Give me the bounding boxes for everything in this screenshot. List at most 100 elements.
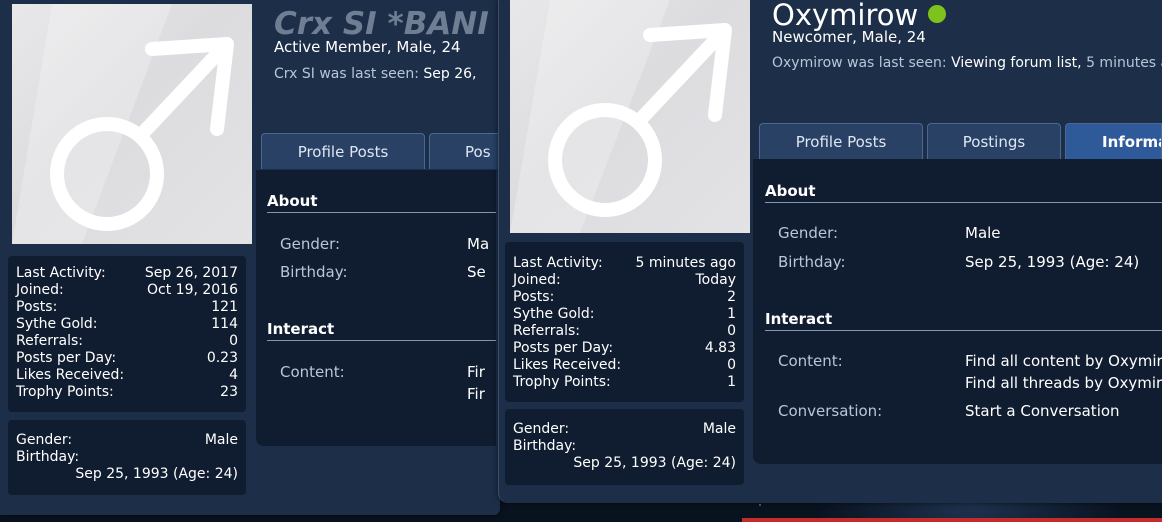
birthday-value: Sep 25, 1993 (Age: 24) — [573, 455, 736, 471]
stat-row: Posts: 2 — [513, 289, 736, 306]
right-stats-box: Last Activity: 5 minutes ago Joined: Today P… — [505, 242, 744, 402]
right-avatar[interactable] — [510, 0, 750, 233]
tab-profile-posts[interactable]: Profile Posts — [261, 133, 425, 169]
stat-row: Trophy Points: 1 — [513, 374, 736, 391]
stat-row: Referrals: 0 — [16, 333, 238, 350]
stat-label: Trophy Points: — [16, 384, 114, 400]
stat-label: Trophy Points: — [513, 374, 611, 390]
stat-label: Last Activity: — [513, 255, 603, 271]
stat-value: Oct 19, 2016 — [147, 282, 238, 298]
conversation-label: Conversation: — [778, 402, 883, 420]
left-stats-box: Last Activity: Sep 26, 2017 Joined: Oct 19,… — [8, 256, 246, 412]
left-info-box: Gender: Male Birthday: Sep 25, 1993 (Age… — [8, 420, 246, 495]
tab-postings[interactable]: Pos — [429, 133, 509, 169]
stat-row: Referrals: 0 — [513, 323, 736, 340]
last-seen-time: 5 minutes a — [1086, 55, 1162, 71]
stat-label: Posts: — [16, 299, 58, 315]
stat-row: Likes Received: 4 — [16, 367, 238, 384]
gender-value: Male — [965, 224, 1001, 242]
about-heading: About — [765, 182, 816, 200]
birthday-label: Birthday: — [778, 253, 846, 271]
stat-label: Posts: — [513, 289, 555, 305]
birthday-value: Sep 25, 1993 (Age: 24) — [75, 466, 238, 482]
about-divider — [765, 202, 1162, 203]
stat-label: Last Activity: — [16, 265, 106, 281]
stat-label: Referrals: — [513, 323, 580, 339]
birthday-label: Birthday: — [513, 438, 577, 454]
stat-label: Sythe Gold: — [513, 306, 595, 322]
gender-value: Ma — [467, 235, 490, 253]
left-user-title: Active Member, Male, 24 — [274, 38, 461, 56]
stat-label: Posts per Day: — [513, 340, 614, 356]
stat-value: 2 — [727, 289, 736, 305]
stat-label: Joined: — [16, 282, 64, 298]
birthday-value: Sep 25, 1993 (Age: 24) — [965, 253, 1140, 271]
stat-label: Likes Received: — [513, 357, 622, 373]
tab-postings[interactable]: Postings — [927, 123, 1061, 159]
stat-value: 5 minutes ago — [635, 255, 736, 271]
left-last-seen: Crx SI was last seen: Sep 26, — [274, 66, 477, 82]
tab-profile-posts[interactable]: Profile Posts — [759, 123, 923, 159]
gender-value: Male — [204, 432, 238, 448]
right-last-seen: Oxymirow was last seen: Viewing forum li… — [772, 55, 1162, 71]
stat-value: 4 — [229, 367, 238, 383]
content-label: Content: — [280, 363, 345, 381]
stat-value: 114 — [211, 316, 238, 332]
gender-label: Gender: — [513, 421, 570, 437]
last-seen-value: Sep 26, — [423, 66, 477, 82]
male-symbol-icon — [12, 4, 234, 244]
content-label: Content: — [778, 352, 843, 370]
stat-row: Likes Received: 0 — [513, 357, 736, 374]
find-threads-link[interactable]: Find all threads by Oxymir — [965, 374, 1162, 392]
stat-row: Last Activity: Sep 26, 2017 — [16, 265, 238, 282]
stat-value: Today — [695, 272, 737, 288]
find-content-link[interactable]: Find all content by Oxymir — [965, 352, 1162, 370]
gender-label: Gender: — [280, 235, 341, 253]
right-info-box: Gender: Male Birthday: Sep 25, 1993 (Age… — [505, 409, 744, 485]
birthday-value: Se — [467, 263, 486, 281]
stat-label: Posts per Day: — [16, 350, 117, 366]
last-seen-value[interactable]: Viewing forum list, — [951, 55, 1082, 71]
tab-information[interactable]: Informa — [1065, 123, 1162, 159]
gender-label: Gender: — [778, 224, 839, 242]
stat-row: Sythe Gold: 114 — [16, 316, 238, 333]
stat-value: 0.23 — [206, 350, 238, 366]
left-avatar[interactable] — [12, 4, 252, 244]
stat-row: Posts per Day: 0.23 — [16, 350, 238, 367]
male-symbol-icon — [510, 0, 732, 233]
stat-value: 0 — [229, 333, 238, 349]
stat-label: Likes Received: — [16, 367, 125, 383]
interact-divider — [765, 330, 1162, 331]
stat-label: Sythe Gold: — [16, 316, 98, 332]
stat-label: Referrals: — [16, 333, 83, 349]
stat-value: 1 — [727, 306, 736, 322]
interact-heading: Interact — [267, 320, 335, 338]
stat-row: Joined: Oct 19, 2016 — [16, 282, 238, 299]
birthday-label: Birthday: — [16, 449, 80, 465]
start-conversation-link[interactable]: Start a Conversation — [965, 402, 1120, 420]
interact-divider — [267, 340, 496, 341]
about-divider — [267, 212, 496, 213]
bottom-accent-bar — [742, 518, 1162, 522]
gender-label: Gender: — [16, 432, 73, 448]
find-threads-link[interactable]: Fir — [467, 385, 485, 403]
stat-row: Joined: Today — [513, 272, 736, 289]
stat-value: 1 — [727, 374, 736, 390]
stat-label: Joined: — [513, 272, 561, 288]
find-content-link[interactable]: Fir — [467, 363, 485, 381]
stat-value: 0 — [727, 323, 736, 339]
stat-value: 23 — [220, 384, 238, 400]
gender-value: Male — [702, 421, 736, 437]
stat-row: Trophy Points: 23 — [16, 384, 238, 401]
stat-row: Last Activity: 5 minutes ago — [513, 255, 736, 272]
stat-value: 4.83 — [704, 340, 736, 356]
stat-row: Posts per Day: 4.83 — [513, 340, 736, 357]
stat-row: Sythe Gold: 1 — [513, 306, 736, 323]
online-status-icon — [928, 5, 947, 23]
stat-row: Posts: 121 — [16, 299, 238, 316]
stat-value: 0 — [727, 357, 736, 373]
right-user-title: Newcomer, Male, 24 — [772, 28, 926, 46]
stat-value: Sep 26, 2017 — [144, 265, 238, 281]
stat-value: 121 — [211, 299, 238, 315]
last-seen-label: Crx SI was last seen: — [274, 66, 419, 82]
